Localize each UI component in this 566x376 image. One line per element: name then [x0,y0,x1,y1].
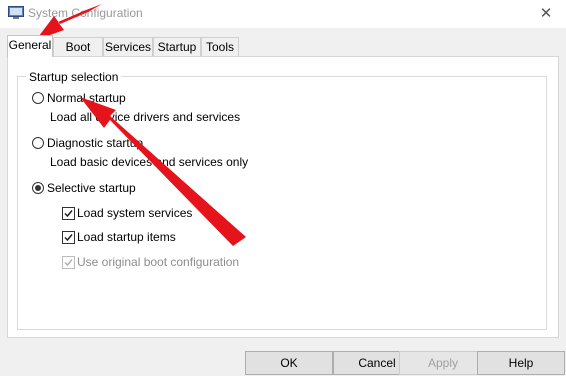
apply-button: Apply [399,351,487,375]
window-title: System Configuration [28,6,143,20]
group-label: Startup selection [26,70,122,84]
tab-boot[interactable]: Boot [53,37,103,56]
tab-startup[interactable]: Startup [153,37,201,56]
use-original-boot-config-checkbox [62,256,75,269]
load-startup-items-checkbox[interactable] [62,231,75,244]
diagnostic-startup-description: Load basic devices and services only [50,155,249,169]
diagnostic-startup-radio[interactable] [32,137,44,149]
system-config-icon [8,6,24,20]
normal-startup-radio[interactable] [32,92,44,104]
ok-button[interactable]: OK [245,351,333,375]
diagnostic-startup-label[interactable]: Diagnostic startup [47,136,143,150]
checkmark-icon [64,259,73,267]
selective-startup-radio[interactable] [32,182,44,194]
use-original-boot-config-label: Use original boot configuration [77,255,240,269]
tab-general[interactable]: General [7,35,53,57]
tab-tools[interactable]: Tools [201,37,239,56]
normal-startup-description: Load all device drivers and services [50,110,241,124]
help-button[interactable]: Help [477,351,565,375]
title-bar: System Configuration ✕ [0,0,566,28]
load-system-services-checkbox[interactable] [62,207,75,220]
close-icon[interactable]: ✕ [526,0,566,28]
radio-selected-dot [35,185,41,191]
selective-startup-label[interactable]: Selective startup [47,181,136,195]
tab-services[interactable]: Services [103,37,153,56]
load-startup-items-label[interactable]: Load startup items [77,230,176,244]
load-system-services-label[interactable]: Load system services [77,206,192,220]
checkmark-icon [64,234,73,242]
normal-startup-label[interactable]: Normal startup [47,91,126,105]
checkmark-icon [64,210,73,218]
